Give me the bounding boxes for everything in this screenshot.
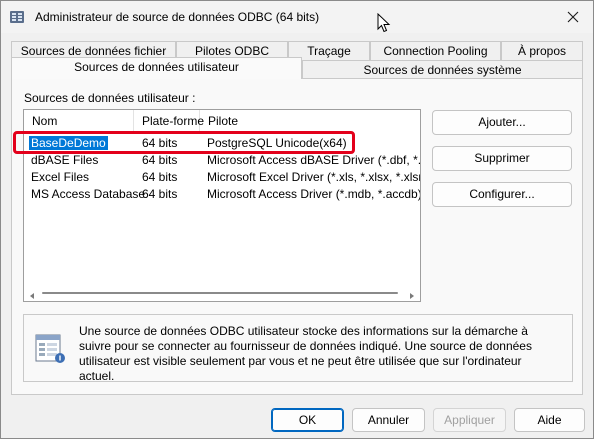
close-button[interactable] [553, 1, 593, 33]
remove-button[interactable]: Supprimer [432, 146, 572, 171]
row-platform: 64 bits [142, 170, 178, 184]
odbc-app-icon [9, 9, 25, 25]
row-name: BaseDeDemo [29, 136, 108, 150]
column-header-name[interactable]: Nom [24, 110, 134, 132]
add-button[interactable]: Ajouter... [432, 110, 572, 135]
user-dsn-list-label: Sources de données utilisateur : [24, 91, 196, 105]
tab-user-dsn[interactable]: Sources de données utilisateur [11, 57, 302, 79]
info-box: Une source de données ODBC utilisateur s… [23, 314, 573, 383]
table-row[interactable]: Excel Files 64 bits Microsoft Excel Driv… [24, 169, 420, 186]
title-bar[interactable]: Administrateur de source de données ODBC… [1, 1, 593, 33]
scroll-right-icon[interactable] [408, 289, 416, 301]
row-driver: Microsoft Access dBASE Driver (*.dbf, *.… [207, 153, 421, 167]
cancel-button[interactable]: Annuler [352, 408, 425, 432]
column-header-platform[interactable]: Plate-forme [134, 110, 204, 132]
row-name: MS Access Database [31, 187, 146, 201]
row-driver: Microsoft Access Driver (*.mdb, *.accdb) [207, 187, 421, 201]
close-icon [567, 11, 579, 23]
row-platform: 64 bits [142, 187, 178, 201]
tab-about[interactable]: À propos [501, 41, 583, 60]
list-header: Nom Plate-forme Pilote [24, 110, 420, 132]
column-header-driver[interactable]: Pilote [200, 110, 420, 132]
mouse-cursor-icon [377, 12, 391, 36]
ok-button[interactable]: OK [271, 408, 344, 432]
data-source-info-icon [33, 331, 67, 368]
table-row[interactable]: MS Access Database 64 bits Microsoft Acc… [24, 186, 421, 203]
row-name: dBASE Files [31, 153, 99, 167]
table-row[interactable]: dBASE Files 64 bits Microsoft Access dBA… [24, 152, 421, 169]
info-description: Une source de données ODBC utilisateur s… [79, 324, 532, 383]
row-name: Excel Files [31, 170, 90, 184]
row-platform: 64 bits [142, 136, 178, 150]
table-row[interactable]: BaseDeDemo 64 bits PostgreSQL Unicode(x6… [24, 135, 420, 152]
horizontal-scrollbar[interactable] [24, 285, 420, 301]
tab-connection-pooling[interactable]: Connection Pooling [370, 41, 501, 60]
apply-button[interactable]: Appliquer [433, 408, 506, 432]
odbc-admin-window: Administrateur de source de données ODBC… [0, 0, 594, 439]
help-button[interactable]: Aide [514, 408, 585, 432]
tab-system-dsn[interactable]: Sources de données système [302, 60, 583, 79]
configure-button[interactable]: Configurer... [432, 182, 572, 207]
user-dsn-list[interactable]: Nom Plate-forme Pilote BaseDeDemo 64 bit… [23, 109, 421, 302]
scroll-left-icon[interactable] [28, 289, 36, 301]
row-driver: PostgreSQL Unicode(x64) [207, 136, 347, 150]
row-platform: 64 bits [142, 153, 178, 167]
row-driver: Microsoft Excel Driver (*.xls, *.xlsx, *… [207, 170, 420, 184]
window-title: Administrateur de source de données ODBC… [35, 10, 320, 24]
scrollbar-thumb[interactable] [42, 292, 398, 294]
